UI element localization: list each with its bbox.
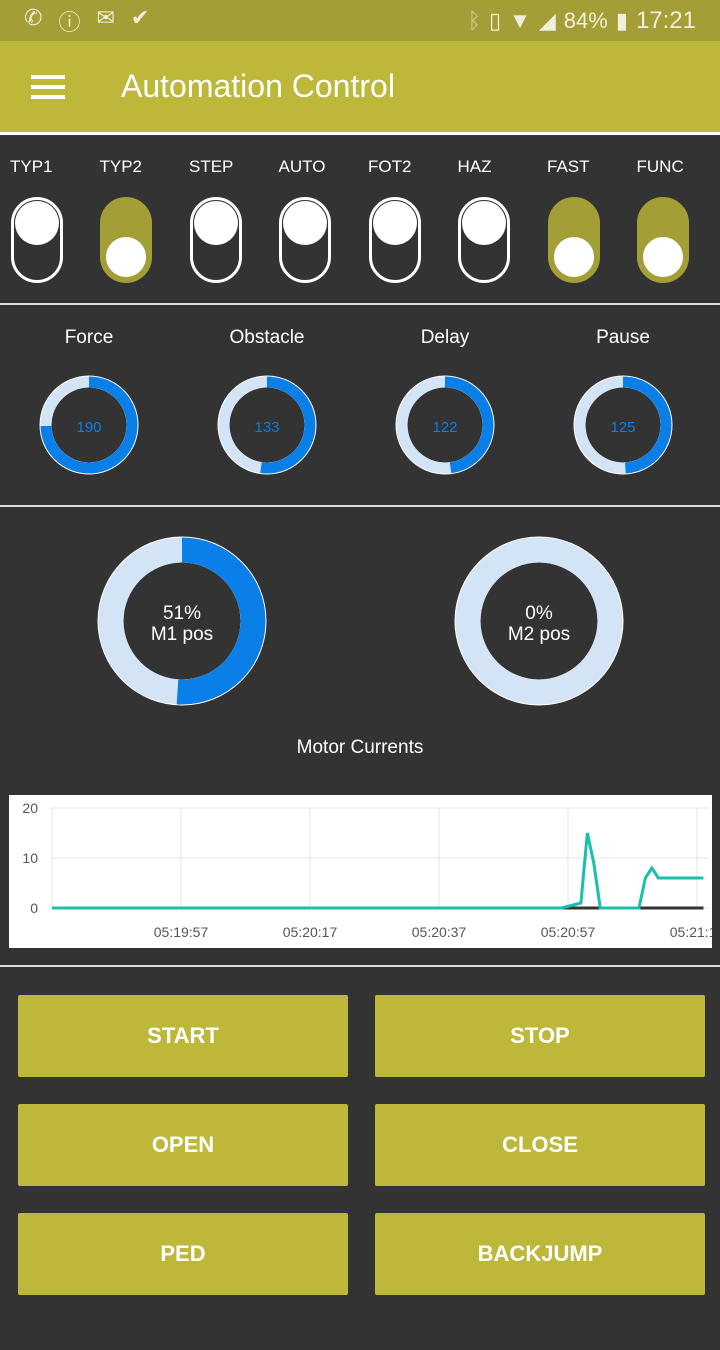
chart-title: Motor Currents: [296, 737, 424, 758]
toggle-fast: FAST: [537, 135, 627, 303]
backjump-button[interactable]: BACKJUMP: [375, 1213, 705, 1295]
toggle-label: STEP: [189, 157, 234, 176]
toggle-switch[interactable]: [368, 197, 421, 283]
gauge-value: 190: [76, 419, 102, 436]
toggle-label: FUNC: [636, 157, 684, 176]
toggle-func: FUNC: [627, 135, 717, 303]
app-bar: Automation Control: [0, 41, 720, 135]
gauge-value: 122: [432, 419, 458, 436]
x-tick-label: 05:20:37: [412, 924, 467, 940]
gauge-obstacle: Obstacle 133: [178, 305, 356, 505]
start-button[interactable]: START: [18, 995, 348, 1077]
toggle-label: TYP2: [99, 157, 143, 176]
vibrate-icon: ▯: [488, 7, 502, 33]
toggle-knob: [462, 201, 507, 245]
toggle-knob: [104, 235, 149, 279]
gauge-ring[interactable]: 190: [37, 373, 141, 482]
series-line: [52, 832, 704, 910]
y-tick-label: 0: [30, 900, 38, 916]
bluetooth-icon: ᛒ: [467, 7, 481, 33]
gauge-ring[interactable]: 122: [393, 373, 497, 482]
toggle-switch[interactable]: [279, 197, 332, 283]
toggle-fot2: FOT2: [358, 135, 448, 303]
battery-text: 84%: [563, 7, 608, 33]
toggle-switch[interactable]: [10, 197, 63, 283]
ped-button[interactable]: PED: [18, 1213, 348, 1295]
toggle-knob: [551, 235, 596, 279]
toggle-label: AUTO: [278, 157, 326, 176]
page-title: Automation Control: [121, 68, 395, 104]
gauge-label: Obstacle: [229, 327, 305, 348]
stop-button[interactable]: STOP: [375, 995, 705, 1077]
status-bar: ✆ ⓘ ✉ ✔ ᛒ ▯ ▼ ◢ 84% ▮ 17:21: [0, 0, 720, 41]
gauge-label: Pause: [596, 327, 650, 348]
signal-icon: ◢: [538, 7, 556, 33]
x-tick-label: 05:20:17: [283, 924, 338, 940]
toggle-row: TYP1 TYP2 STEP AUTO FOT2 HAZ FAST FUNC: [0, 135, 720, 305]
toggle-typ2: TYP2: [90, 135, 180, 303]
gauge-row: Force 190 Obstacle 133 Delay 122 Pause 125: [0, 305, 720, 507]
toggle-switch[interactable]: [637, 197, 690, 283]
toggle-knob: [641, 235, 686, 279]
toggle-switch[interactable]: [458, 197, 511, 283]
gauge-label: Force: [64, 327, 114, 348]
m2-position-ring: 0% M2 pos: [453, 535, 625, 712]
gauge-force: Force 190: [0, 305, 178, 505]
info-icon: ⓘ: [58, 9, 81, 35]
motor-currents-chart: 0 10 20 05:19:57 05:20:17 05:20:37 05:20:57 05:…: [9, 795, 720, 948]
whatsapp-icon: ✆: [24, 4, 43, 30]
y-tick-label: 20: [22, 800, 38, 816]
x-tick-label: 05:19:57: [154, 924, 209, 940]
toggle-auto: AUTO: [269, 135, 359, 303]
clock: 17:21: [635, 6, 696, 34]
motor-section: 51% M1 pos 0% M2 pos Motor Currents 0 10 20 0…: [0, 507, 720, 967]
motor-label: M1 pos: [150, 623, 214, 645]
gauge-pause: Pause 125: [534, 305, 712, 505]
gauge-value: 133: [254, 419, 280, 436]
open-button[interactable]: OPEN: [18, 1104, 348, 1186]
close-button[interactable]: CLOSE: [375, 1104, 705, 1186]
gauge-ring[interactable]: 133: [215, 373, 319, 482]
toggle-switch[interactable]: [189, 197, 242, 283]
toggle-step: STEP: [179, 135, 269, 303]
toggle-label: FAST: [547, 157, 590, 176]
toggle-typ1: TYP1: [0, 135, 90, 303]
toggle-switch[interactable]: [547, 197, 600, 283]
wifi-icon: ▼: [509, 7, 531, 33]
toggle-label: HAZ: [457, 157, 492, 176]
outlook-icon: ✉: [96, 4, 115, 30]
gauge-ring[interactable]: 125: [571, 373, 675, 482]
toggle-knob: [283, 201, 328, 245]
motor-label: M2 pos: [507, 623, 571, 645]
toggle-label: TYP1: [10, 157, 53, 176]
y-tick-label: 10: [22, 850, 38, 866]
m1-position-ring: 51% M1 pos: [96, 535, 268, 712]
gauge-value: 125: [610, 419, 636, 436]
toggle-label: FOT2: [368, 157, 412, 176]
motor-percent: 0%: [525, 602, 553, 624]
toggle-switch[interactable]: [100, 197, 153, 283]
button-grid: START STOP OPEN CLOSE PED BACKJUMP: [0, 967, 720, 1295]
toggle-haz: HAZ: [448, 135, 538, 303]
gauge-label: Delay: [420, 327, 470, 348]
motor-percent: 51%: [162, 602, 202, 624]
check-app-icon: ✔: [130, 4, 150, 30]
toggle-knob: [193, 201, 238, 245]
x-tick-label: 05:20:57: [541, 924, 596, 940]
toggle-knob: [14, 201, 59, 245]
x-tick-label: 05:21:17: [670, 924, 712, 940]
menu-icon[interactable]: [31, 69, 65, 105]
battery-icon: ▮: [615, 7, 628, 33]
toggle-knob: [372, 201, 417, 245]
gauge-delay: Delay 122: [356, 305, 534, 505]
